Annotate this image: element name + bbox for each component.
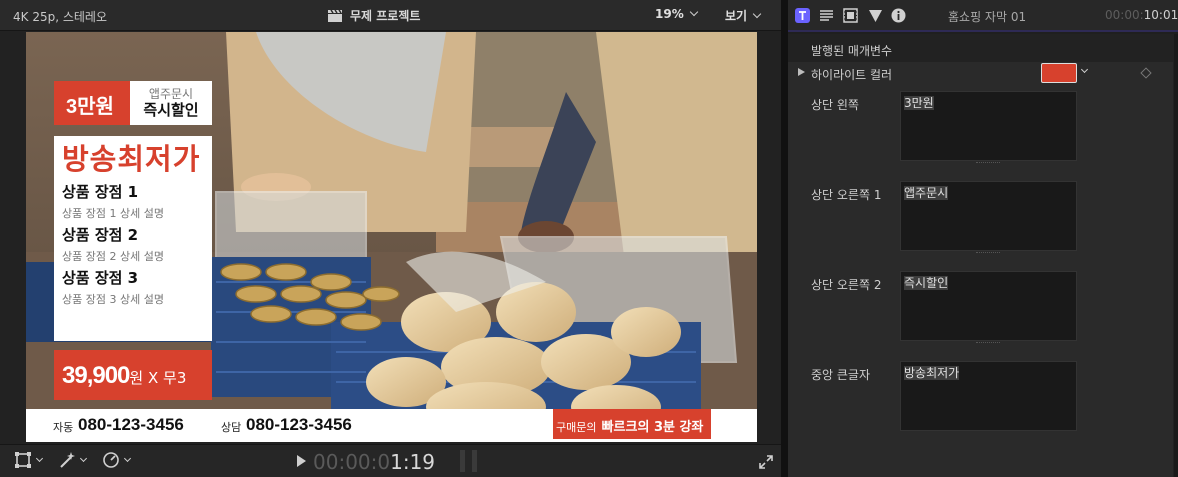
field-value: 즉시할인 [904, 276, 949, 290]
consult-label: 상담 [221, 421, 242, 434]
duration-bright: 10:01 [1143, 8, 1178, 22]
inspector-title: 홈쇼핑 자막 01 [948, 10, 1027, 24]
zoom-menu[interactable]: 19% [655, 7, 698, 21]
price-tag-overlay: 3만원 앱주문시 즉시할인 [54, 81, 212, 125]
chevron-down-icon [79, 454, 88, 462]
speedometer-icon [103, 452, 119, 468]
fullscreen-icon[interactable] [759, 455, 773, 469]
zoom-value: 19% [655, 7, 684, 21]
resize-grip[interactable] [976, 342, 1000, 346]
text-field[interactable]: 즉시할인 [900, 271, 1077, 341]
speed-tool-menu[interactable] [102, 451, 132, 469]
inspector-tabs: 홈쇼핑 자막 01 00:00:10:01 [788, 0, 1178, 32]
field-row-center-big: 중앙 큰글자 방송최저가 [788, 361, 1173, 451]
field-row-top-right-1: 상단 오른쪽 1 앱주문시 [788, 181, 1173, 271]
field-label: 중앙 큰글자 [811, 368, 871, 382]
video-inspector-icon[interactable] [843, 8, 858, 23]
video-canvas[interactable]: 3만원 앱주문시 즉시할인 방송최저가 상품 장점 1 상품 장점 1 상세 설… [26, 32, 757, 442]
published-params-title: 발행된 매개변수 [811, 44, 893, 58]
text-field[interactable]: 앱주문시 [900, 181, 1077, 251]
enhance-tool-menu[interactable] [58, 451, 88, 469]
play-icon[interactable] [297, 455, 306, 467]
point-desc-1: 상품 장점 1 상세 설명 [62, 207, 164, 220]
benefits-panel: 방송최저가 상품 장점 1 상품 장점 1 상세 설명 상품 장점 2 상품 장… [54, 136, 212, 341]
chevron-down-icon [752, 9, 762, 19]
inspector: 홈쇼핑 자막 01 00:00:10:01 발행된 매개변수 하이라이트 컬러 … [788, 0, 1178, 477]
highlight-color-row: 하이라이트 컬러 [788, 62, 1173, 86]
viewer-transport-bar: 00:00:01:19 [0, 444, 781, 477]
title-inspector-icon[interactable] [795, 8, 810, 23]
chevron-down-icon [123, 454, 132, 462]
inspector-body: 발행된 매개변수 하이라이트 컬러 상단 왼쪽 3만원 상단 오른쪽 1 앱주문… [788, 34, 1178, 477]
chevron-down-icon [689, 7, 698, 17]
cta-small: 구매문의 [556, 421, 597, 434]
timecode-bright: 1:19 [390, 450, 436, 474]
inspector-scrollbar[interactable] [1174, 34, 1178, 477]
project-title-text: 무제 프로젝트 [350, 9, 421, 23]
field-row-top-right-2: 상단 오른쪽 2 즉시할인 [788, 271, 1173, 361]
price-box: 39,900원 X 무3 [54, 350, 212, 400]
viewer-toolbar: 4K 25p, 스테레오 무제 프로젝트 19% 보기 [0, 0, 781, 31]
field-label: 상단 왼쪽 [811, 98, 859, 112]
chevron-down-icon[interactable] [1080, 65, 1089, 74]
disclosure-triangle-icon[interactable] [798, 68, 805, 76]
view-menu[interactable]: 보기 [725, 7, 762, 24]
price-tag-red: 3만원 [54, 81, 130, 125]
cta-big: 빠르크의 3분 강좌 [601, 420, 704, 435]
point-desc-3: 상품 장점 3 상세 설명 [62, 293, 164, 306]
view-menu-label: 보기 [725, 9, 748, 23]
text-inspector-icon[interactable] [819, 8, 834, 23]
price-unit: 원 X 무3 [129, 369, 187, 387]
field-value: 앱주문시 [904, 186, 949, 200]
project-title: 무제 프로젝트 [328, 7, 420, 24]
color-swatch[interactable] [1041, 63, 1077, 83]
auto-phone: 080-123-3456 [78, 415, 184, 434]
point-desc-2: 상품 장점 2 상세 설명 [62, 250, 164, 263]
tag-line-1: 앱주문시 [148, 87, 194, 101]
playhead-timecode[interactable]: 00:00:01:19 [313, 450, 435, 474]
field-label: 상단 오른쪽 1 [811, 188, 882, 202]
text-field[interactable]: 3만원 [900, 91, 1077, 161]
color-inspector-icon[interactable] [868, 8, 883, 23]
headline: 방송최저가 [62, 142, 201, 176]
clapperboard-icon [328, 9, 342, 22]
text-field[interactable]: 방송최저가 [900, 361, 1077, 431]
magic-wand-icon [60, 452, 75, 468]
chevron-down-icon [35, 454, 44, 462]
transform-icon [15, 452, 31, 468]
app-window: 4K 25p, 스테레오 무제 프로젝트 19% 보기 3만원 앱주문시 즉시할… [0, 0, 1178, 477]
resize-grip[interactable] [976, 252, 1000, 256]
auto-label: 자동 [53, 421, 74, 434]
duration-dim: 00:00: [1105, 8, 1144, 22]
field-label: 상단 오른쪽 2 [811, 278, 882, 292]
video-format-label: 4K 25p, 스테레오 [13, 10, 107, 24]
transform-tool-menu[interactable] [14, 451, 44, 469]
audio-meter-right [472, 450, 477, 472]
cta-box: 구매문의 빠르크의 3분 강좌 [553, 409, 711, 439]
info-icon[interactable] [891, 8, 906, 23]
resize-grip[interactable] [976, 162, 1000, 166]
viewer: 4K 25p, 스테레오 무제 프로젝트 19% 보기 3만원 앱주문시 즉시할… [0, 0, 781, 477]
contact-bar: 자동 080-123-3456 상담 080-123-3456 구매문의 빠르크… [26, 409, 757, 442]
consult-phone: 080-123-3456 [246, 415, 352, 434]
field-row-top-left: 상단 왼쪽 3만원 [788, 91, 1173, 181]
field-value: 방송최저가 [904, 366, 960, 380]
keyframe-diamond-icon[interactable] [1140, 67, 1152, 79]
highlight-color-label: 하이라이트 컬러 [811, 68, 893, 82]
audio-meter-left [460, 450, 465, 472]
price-tag-white: 앱주문시 즉시할인 [130, 81, 212, 125]
field-value: 3만원 [904, 96, 934, 110]
inspector-duration: 00:00:10:01 [1105, 8, 1178, 22]
pane-divider[interactable] [781, 0, 788, 477]
point-title-2: 상품 장점 2 [62, 226, 139, 244]
parameter-group: 하이라이트 컬러 상단 왼쪽 3만원 상단 오른쪽 1 앱주문시 상단 오른쪽 [788, 62, 1173, 477]
point-title-1: 상품 장점 1 [62, 183, 139, 201]
tag-line-2: 즉시할인 [143, 101, 199, 119]
timecode-dim: 00:00:0 [313, 450, 391, 474]
price-number: 39,900 [62, 362, 130, 389]
point-title-3: 상품 장점 3 [62, 269, 139, 287]
